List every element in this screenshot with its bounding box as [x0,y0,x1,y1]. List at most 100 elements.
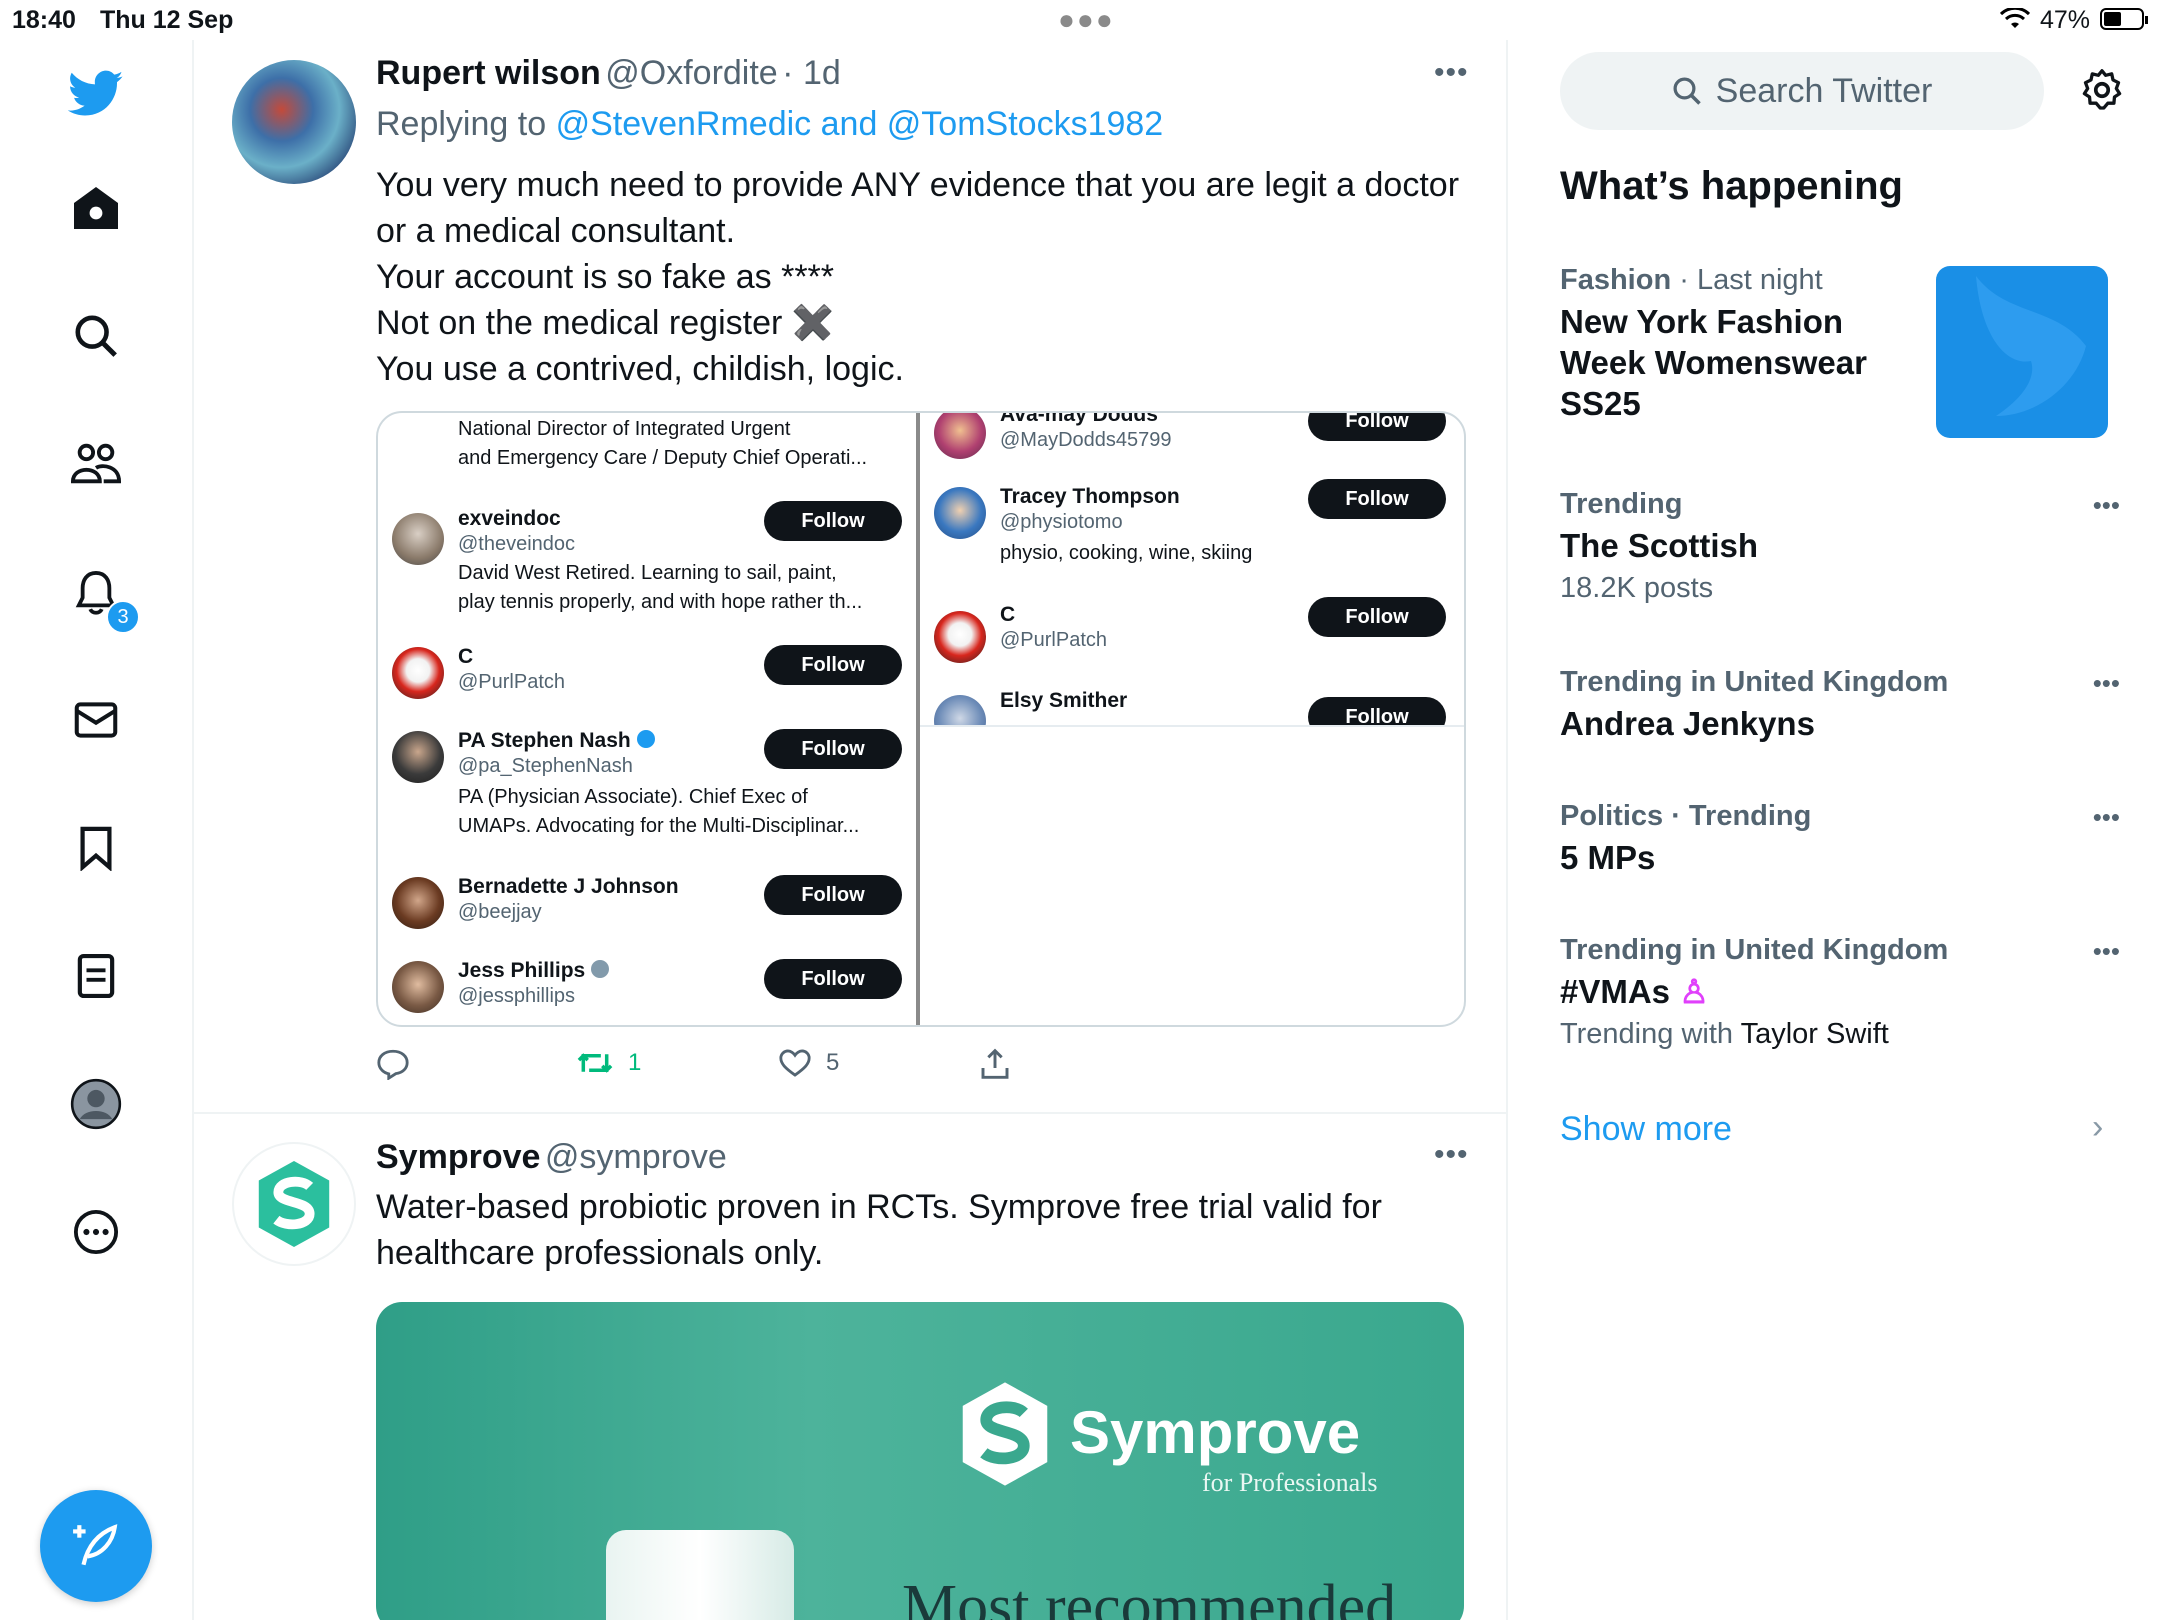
explore-search-icon[interactable] [62,302,130,370]
trend-title: 5 MPs [1560,839,1656,876]
bio-line: physio, cooking, wine, skiing [1000,542,1253,564]
tweet-more-icon[interactable]: ••• [1434,1138,1469,1172]
trend-category: Politics · Trending [1560,800,1812,832]
user-name: Ava-may Dodds [1000,413,1158,426]
trend-title-row: #VMAs ♙ [1560,971,2120,1012]
ad-headline: Most recommended [902,1573,1397,1620]
list-item: Jess Phillips @jessphillips Follow [378,959,916,1025]
user-bio: physio, cooking, wine, skiing [1000,539,1450,568]
right-sidebar: Search Twitter What’s happening Fashion … [1508,40,2160,1620]
tweet-attached-image[interactable]: National Director of Integrated Urgent a… [376,411,1466,1027]
avatar [934,487,986,539]
user-name: C [458,645,474,668]
bio-line: PA (Physician Associate). Chief Exec of [458,786,808,808]
tweet-symprove[interactable]: Symprove @symprove ••• Water-based probi… [194,1114,1506,1620]
trend-more-icon[interactable]: ••• [2093,490,2120,521]
reply-icon [377,1049,409,1080]
status-bar: 18:40 Thu 12 Sep ●●● 47% [0,0,2160,40]
avatar [392,513,444,565]
trend-item[interactable]: Trending in United Kingdom #VMAs ♙ Trend… [1560,934,2120,1051]
follow-button: Follow [764,501,902,541]
profile-avatar-icon[interactable] [62,1070,130,1138]
show-more-link[interactable]: Show more [1560,1110,1732,1149]
author-handle[interactable]: @Oxfordite [605,54,777,92]
user-name: Elsy Smither [1000,689,1128,712]
tweet-line: healthcare professionals only. [376,1234,824,1272]
avatar [392,961,444,1013]
list-item: Elsy Smither Follow [920,681,1464,727]
tweet-text: You very much need to provide ANY eviden… [376,162,1459,392]
user-handle: @jessphillips [458,985,576,1007]
timeline: Rupert wilson @Oxfordite · 1d ••• Replyi… [194,40,1508,1620]
twitter-logo-icon[interactable] [62,60,130,128]
author-name[interactable]: Rupert wilson [376,54,601,92]
tweet-rupert-wilson[interactable]: Rupert wilson @Oxfordite · 1d ••• Replyi… [194,40,1506,1114]
list-item: exveindoc @theveindoc David West Retired… [378,501,916,631]
trend-category: Trending in United Kingdom [1560,934,1949,966]
more-options-icon[interactable] [62,1198,130,1266]
settings-gear-icon[interactable] [2074,62,2130,118]
battery-percent: 47% [2040,6,2091,34]
twitter-bird-watermark-icon [1976,276,2086,416]
replying-to-users-link[interactable]: @StevenRmedic and @TomStocks1982 [556,105,1164,143]
trend-more-icon[interactable]: ••• [2093,802,2120,833]
author-handle[interactable]: @symprove [545,1138,727,1176]
trend-thumbnail-image[interactable] [1936,266,2108,438]
follow-button: Follow [1308,697,1446,725]
bio-line: UMAPs. Advocating for the Multi-Discipli… [458,815,860,837]
retweet-button[interactable]: 1 [576,1048,641,1078]
trend-more-icon[interactable]: ••• [2093,668,2120,699]
tweet-line: or a medical consultant. [376,212,736,250]
search-icon [1673,77,1701,105]
reply-button[interactable] [376,1048,424,1080]
lists-icon[interactable] [62,942,130,1010]
avatar [934,413,986,459]
communities-icon[interactable] [62,430,130,498]
bio-line: David West Retired. Learning to sail, pa… [458,562,837,584]
trend-item[interactable]: Trending The Scottish 18.2K posts ••• [1560,488,2120,605]
list-item: Tracey Thompson @physiotomo physio, cook… [920,479,1464,585]
symprove-ad-logo-icon [962,1382,1048,1486]
bookmarks-icon[interactable] [62,814,130,882]
follow-button: Follow [764,875,902,915]
tweet-line: Water-based probiotic proven in RCTs. Sy… [376,1188,1382,1226]
share-icon [981,1048,1009,1079]
ad-tagline: for Professionals [1202,1468,1378,1497]
user-handle: @MayDodds45799 [1000,429,1172,451]
follow-button: Follow [1308,479,1446,519]
status-date: Thu 12 Sep [100,6,234,34]
tweet-more-icon[interactable]: ••• [1434,56,1469,90]
compose-tweet-button[interactable] [40,1490,152,1602]
follow-button: Follow [764,645,902,685]
tweet-line: Not on the medical register ✖️ [376,304,835,342]
symprove-logo-icon [258,1160,330,1248]
avatar [392,731,444,783]
trend-related-name: Taylor Swift [1740,1018,1889,1050]
tweet-line: Your account is so fake as **** [376,258,835,296]
trend-item[interactable]: Politics · Trending 5 MPs ••• [1560,800,2120,878]
avatar [392,877,444,929]
messages-mail-icon[interactable] [62,686,130,754]
share-button[interactable] [980,1048,1010,1080]
replying-prefix: Replying to [376,105,547,143]
trend-meta: · Last night [1671,264,1823,296]
multitasking-dots-icon[interactable]: ●●● [1058,4,1115,36]
follow-button: Follow [764,959,902,999]
home-icon[interactable] [62,174,130,242]
ad-image[interactable]: Symprove for Professionals Most recommen… [376,1302,1464,1620]
tweet-line: You very much need to provide ANY eviden… [376,166,1460,204]
avatar [934,611,986,663]
search-bar[interactable]: Search Twitter [1560,52,2044,130]
list-item: Ava-may Dodds @MayDodds45799 Follow [920,413,1464,461]
author-name[interactable]: Symprove [376,1138,540,1176]
trend-item[interactable]: Trending in United Kingdom Andrea Jenkyn… [1560,666,2120,744]
trend-more-icon[interactable]: ••• [2093,936,2120,967]
compose-feather-icon [73,1524,118,1566]
image-right-panel: Ava-may Dodds @MayDodds45799 Follow Trac… [920,413,1464,1025]
avatar[interactable] [232,60,356,184]
avatar[interactable] [232,1142,356,1266]
list-item: C @PurlPatch Follow [920,597,1464,673]
retweet-count: 1 [628,1049,642,1076]
trend-post-count: 18.2K posts [1560,572,1714,604]
like-button[interactable]: 5 [778,1048,839,1078]
